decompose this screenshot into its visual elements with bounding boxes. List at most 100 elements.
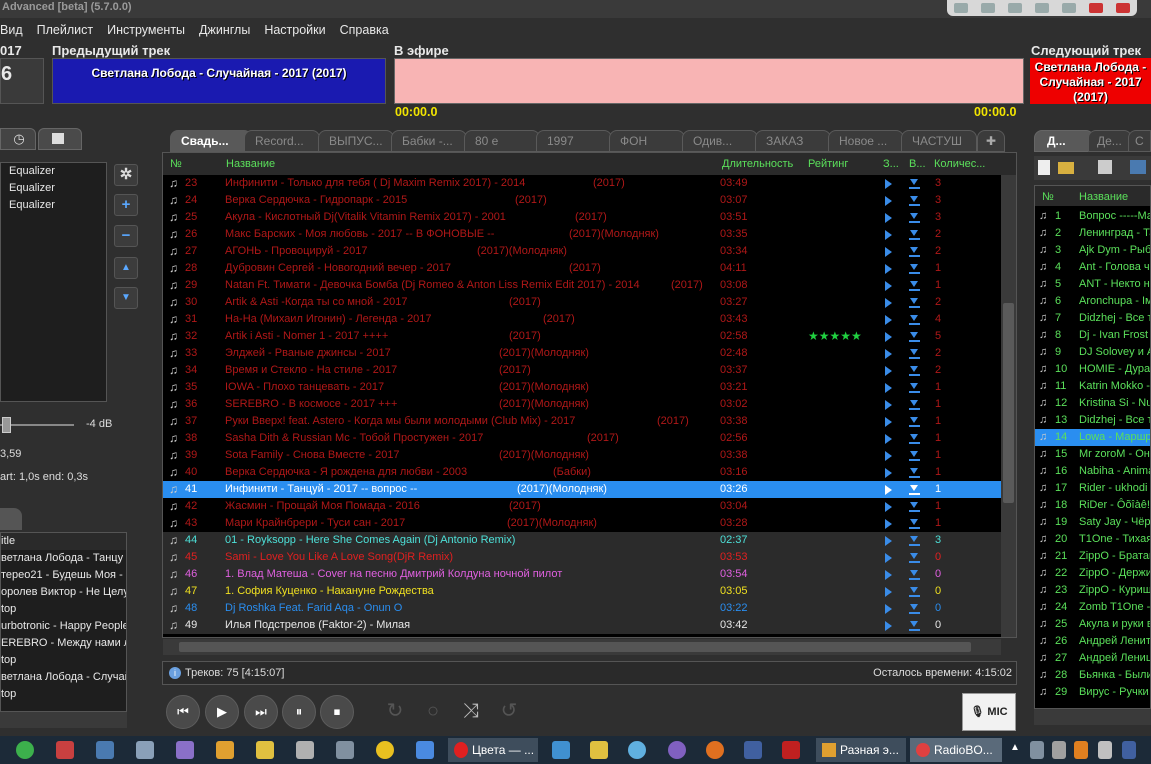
list-item[interactable]: ♫ 27 Андрей Лениц: [1035, 650, 1150, 667]
effect-item[interactable]: Equalizer: [1, 163, 106, 180]
list-item[interactable]: ♫ 11 Katrin Mokko -: [1035, 378, 1150, 395]
explorer-icon[interactable]: [416, 741, 434, 759]
next-button[interactable]: ⏭: [244, 695, 278, 729]
globe-icon[interactable]: [628, 741, 646, 759]
viber-icon[interactable]: [668, 741, 686, 759]
next-track-box[interactable]: Светлана Лобода - Случайная - 2017 (2017…: [1030, 58, 1151, 104]
table-row[interactable]: ♫ 33 Элджей - Рваные джинсы - 2017 (2017)(М…: [163, 345, 1001, 362]
list-item[interactable]: ♫ 17 Rider - ukhodi r: [1035, 480, 1150, 497]
table-row[interactable]: ♫ 49 Илья Подстрелов (Faktor-2) - Милая 03:…: [163, 617, 1001, 634]
list-item[interactable]: ♫ 26 Андрей Ленит: [1035, 633, 1150, 650]
play-icon[interactable]: [885, 196, 892, 206]
download-icon[interactable]: [909, 229, 920, 240]
sketch-icon[interactable]: [216, 741, 234, 759]
play-icon[interactable]: [885, 587, 892, 597]
menu-icon[interactable]: [1007, 3, 1022, 13]
col-duration[interactable]: Длительность: [722, 153, 793, 175]
tab-svadby[interactable]: Свадь...: [170, 130, 252, 152]
history-hscroll[interactable]: [0, 712, 127, 728]
col-rating[interactable]: Рейтинг: [808, 153, 848, 175]
new-file-icon[interactable]: [1038, 160, 1050, 175]
history-item[interactable]: urbotronic - Happy People: [1, 618, 126, 635]
play-icon[interactable]: [885, 451, 892, 461]
table-row[interactable]: ♫ 32 Artik i Asti - Nomer 1 - 2017 ++++ (20…: [163, 328, 1001, 345]
media-icon[interactable]: [256, 741, 274, 759]
table-row[interactable]: ♫ 34 Время и Стекло - На стиле - 2017 (2017…: [163, 362, 1001, 379]
tab-novoe[interactable]: Новое ...: [828, 130, 904, 152]
table-row[interactable]: ♫ 24 Верка Сердючка - Гидропарк - 2015 (201…: [163, 192, 1001, 209]
table-row[interactable]: ♫ 47 1. София Куценко - Накануне Рождества…: [163, 583, 1001, 600]
history-tab[interactable]: [0, 508, 22, 530]
taskbar-task-radioboss[interactable]: RadioBO...: [910, 738, 1002, 762]
menu-view[interactable]: Вид: [0, 23, 23, 37]
pie-icon[interactable]: [16, 741, 34, 759]
download-icon[interactable]: [909, 348, 920, 359]
table-row[interactable]: ♫ 36 SEREBRO - В космосе - 2017 +++ (2017)(…: [163, 396, 1001, 413]
table-row[interactable]: ♫ 41 Инфинити - Танцуй - 2017 -- вопрос --…: [163, 481, 1001, 498]
right-hscroll[interactable]: [1034, 709, 1151, 725]
list-item[interactable]: ♫ 8 Dj - Ivan Frost: [1035, 327, 1150, 344]
bolt-icon[interactable]: [590, 741, 608, 759]
list-item[interactable]: ♫ 25 Акула и руки в: [1035, 616, 1150, 633]
list-item[interactable]: ♫ 4 Ant - Голова ч: [1035, 259, 1150, 276]
download-icon[interactable]: [909, 263, 920, 274]
list-item[interactable]: ♫ 14 Lowa - Маршр: [1035, 429, 1150, 446]
play-icon[interactable]: [885, 332, 892, 342]
film-icon[interactable]: [296, 741, 314, 759]
table-row[interactable]: ♫ 45 Sami - Love You Like A Love Song(DjR …: [163, 549, 1001, 566]
menu-playlist[interactable]: Плейлист: [37, 23, 93, 37]
history-item[interactable]: ветлана Лобода - Случай: [1, 669, 126, 686]
computer-icon[interactable]: [136, 741, 154, 759]
list-item[interactable]: ♫ 2 Ленинград - Та: [1035, 225, 1150, 242]
right-col-num[interactable]: №: [1042, 186, 1054, 208]
edit-icon[interactable]: [1089, 3, 1104, 13]
app-icon[interactable]: [56, 741, 74, 759]
stop-button[interactable]: ⏹: [320, 695, 354, 729]
pause-button[interactable]: ⏸: [282, 695, 316, 729]
play-icon[interactable]: [885, 400, 892, 410]
download-icon[interactable]: [909, 314, 920, 325]
download-icon[interactable]: [909, 518, 920, 529]
tab-zakaz[interactable]: ЗАКАЗ: [755, 130, 831, 152]
remote-icon[interactable]: [744, 741, 762, 759]
volume-icon[interactable]: [1098, 741, 1112, 759]
effect-item[interactable]: Equalizer: [1, 197, 106, 214]
menu-tools[interactable]: Инструменты: [107, 23, 185, 37]
list-item[interactable]: ♫ 6 Aronchupa - Ім: [1035, 293, 1150, 310]
download-icon[interactable]: [909, 620, 920, 631]
download-icon[interactable]: [909, 212, 920, 223]
table-row[interactable]: ♫ 40 Верка Сердючка - Я рождена для любви …: [163, 464, 1001, 481]
download-icon[interactable]: [909, 178, 920, 189]
shuffle-button[interactable]: ⤨: [454, 695, 488, 729]
download-icon[interactable]: [909, 331, 920, 342]
loop-button[interactable]: ○: [416, 695, 450, 729]
tab-odiv[interactable]: Одив...: [682, 130, 758, 152]
play-icon[interactable]: [885, 213, 892, 223]
download-icon[interactable]: [909, 297, 920, 308]
download-icon[interactable]: [909, 246, 920, 257]
play-icon[interactable]: [885, 179, 892, 189]
table-row[interactable]: ♫ 48 Dj Roshka Feat. Farid Aqa - Onun O 03:…: [163, 600, 1001, 617]
list-item[interactable]: ♫ 13 Didzhej - Все т: [1035, 412, 1150, 429]
calculator-icon[interactable]: [336, 741, 354, 759]
col-v[interactable]: В...: [909, 153, 926, 175]
list-item[interactable]: ♫ 15 Mr zoroM - Она: [1035, 446, 1150, 463]
settings-icon[interactable]: [1130, 160, 1146, 174]
list-item[interactable]: ♫ 3 Ajk Dym - Рыба: [1035, 242, 1150, 259]
play-button[interactable]: ▶: [205, 695, 239, 729]
repeat-one-button[interactable]: ↻: [378, 695, 412, 729]
play-icon[interactable]: [885, 383, 892, 393]
table-row[interactable]: ♫ 43 Мари Крайнбрери - Туси сан - 2017 (201…: [163, 515, 1001, 532]
history-item[interactable]: EREBRO - Между нами лю: [1, 635, 126, 652]
download-icon[interactable]: [909, 450, 920, 461]
play-icon[interactable]: [885, 604, 892, 614]
playlist-hscroll-thumb[interactable]: [179, 642, 971, 652]
menu-jingles[interactable]: Джинглы: [199, 23, 250, 37]
list-item[interactable]: ♫ 28 Бьянка - Были: [1035, 667, 1150, 684]
list-item[interactable]: ♫ 29 Вирус - Ручки: [1035, 684, 1150, 701]
list-item[interactable]: ♫ 23 ZippO - Курищ: [1035, 582, 1150, 599]
play-icon[interactable]: [885, 417, 892, 427]
download-icon[interactable]: [909, 365, 920, 376]
play-icon[interactable]: [885, 553, 892, 563]
power-icon[interactable]: [1116, 3, 1131, 13]
